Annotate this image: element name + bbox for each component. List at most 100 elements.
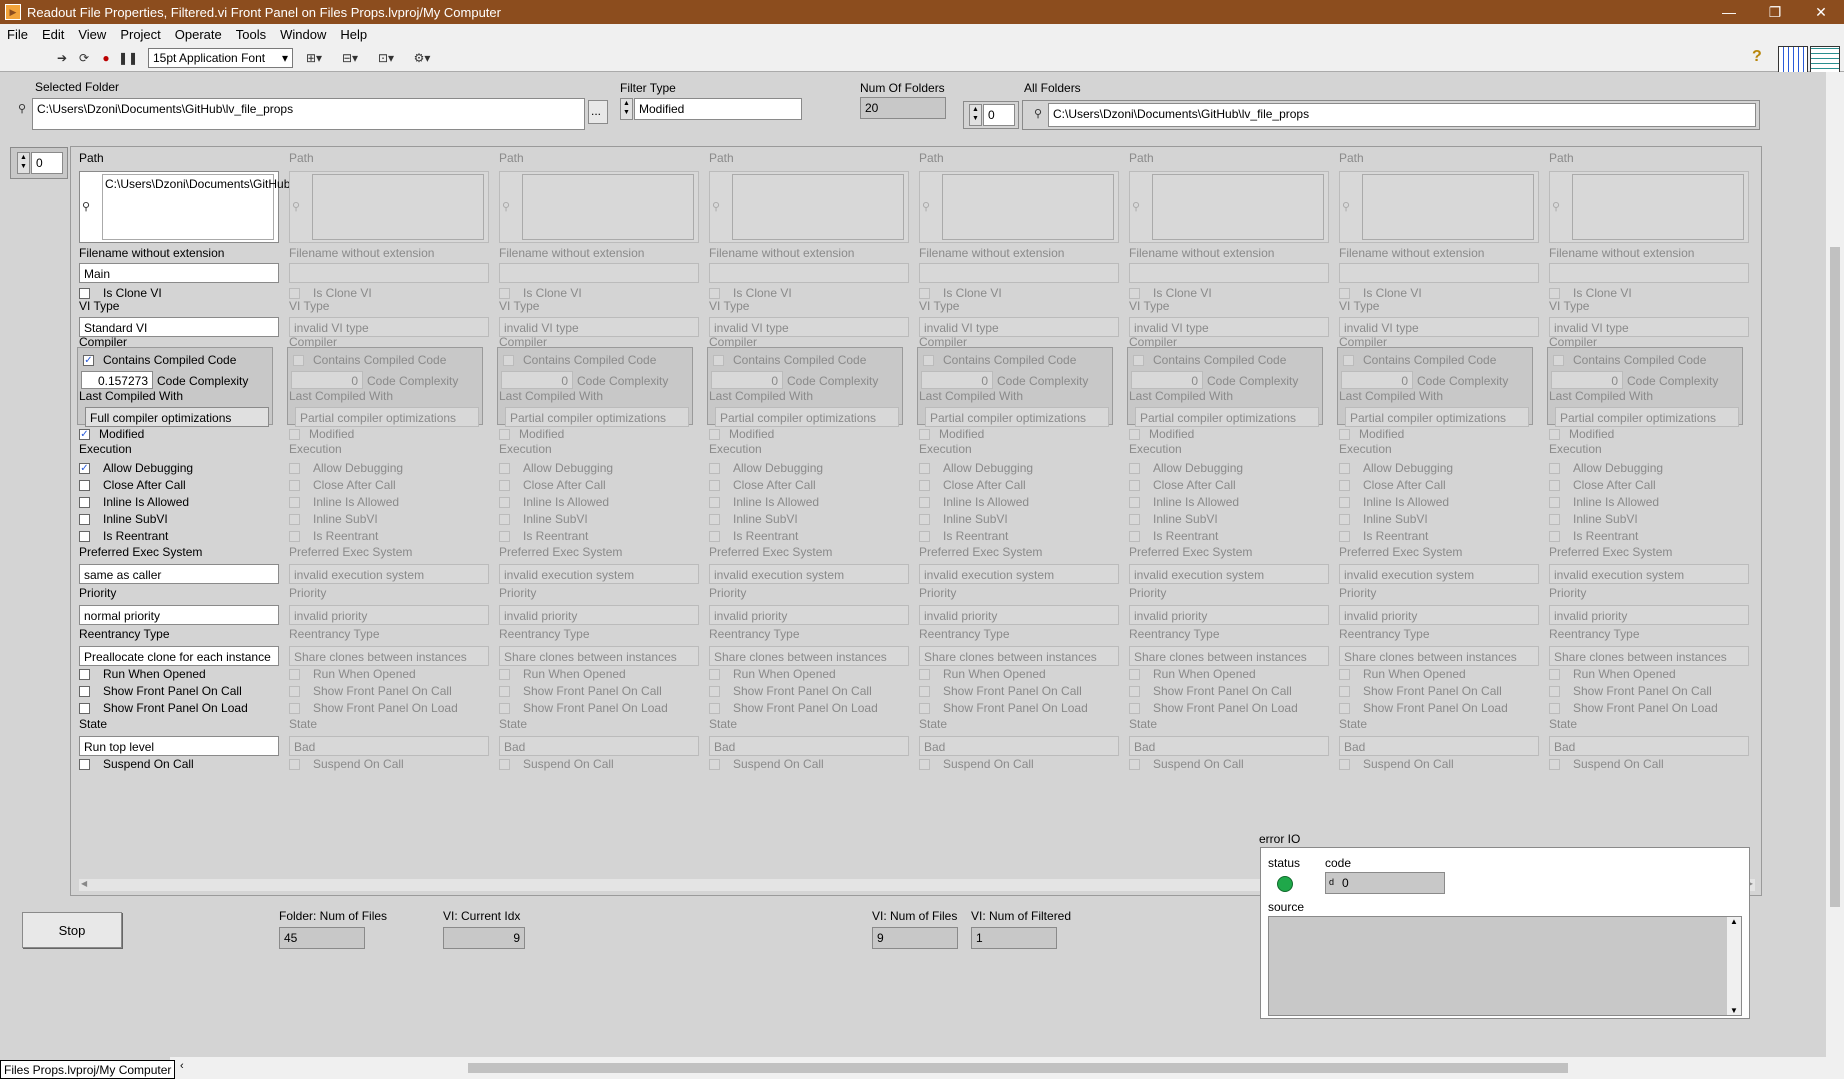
- modified-checkbox[interactable]: [709, 429, 720, 440]
- run-when-opened-checkbox[interactable]: [289, 669, 300, 680]
- is-reentrant-checkbox[interactable]: [79, 531, 90, 542]
- suspend-on-call-checkbox[interactable]: [709, 759, 720, 770]
- vi-type-field[interactable]: invalid VI type: [919, 317, 1119, 337]
- inline-allowed-checkbox[interactable]: [709, 497, 720, 508]
- filter-type-spinner[interactable]: ▲ ▼: [620, 98, 633, 120]
- contains-compiled-checkbox[interactable]: [1343, 355, 1354, 366]
- run-when-opened-checkbox[interactable]: [499, 669, 510, 680]
- suspend-on-call-checkbox[interactable]: [919, 759, 930, 770]
- show-fp-call-checkbox[interactable]: [709, 686, 720, 697]
- modified-checkbox[interactable]: [499, 429, 510, 440]
- minimize-button[interactable]: —: [1706, 0, 1752, 24]
- contains-compiled-checkbox[interactable]: [923, 355, 934, 366]
- vi-type-field[interactable]: invalid VI type: [289, 317, 489, 337]
- close-after-call-checkbox[interactable]: [1339, 480, 1350, 491]
- is-reentrant-checkbox[interactable]: [709, 531, 720, 542]
- state-field[interactable]: Bad: [1339, 736, 1539, 756]
- pref-exec-field[interactable]: invalid execution system: [289, 564, 489, 584]
- source-scrollbar[interactable]: ▲ ▼: [1727, 917, 1741, 1015]
- modified-checkbox[interactable]: [1549, 429, 1560, 440]
- contains-compiled-checkbox[interactable]: [293, 355, 304, 366]
- path-text[interactable]: [942, 174, 1114, 240]
- inline-allowed-checkbox[interactable]: [1129, 497, 1140, 508]
- modified-checkbox[interactable]: ✓: [79, 429, 90, 440]
- vi-icon[interactable]: [1810, 46, 1840, 74]
- reentrancy-field[interactable]: Share clones between instances: [289, 646, 489, 666]
- priority-field[interactable]: invalid priority: [499, 605, 699, 625]
- path-browse-icon[interactable]: ⚲: [82, 200, 90, 213]
- run-arrow-icon[interactable]: ➔: [54, 49, 70, 67]
- stop-button[interactable]: Stop: [22, 912, 122, 948]
- is-clone-checkbox[interactable]: [709, 288, 720, 299]
- path-browse-icon[interactable]: ⚲: [1132, 200, 1140, 213]
- reentrancy-field[interactable]: Preallocate clone for each instance: [79, 646, 279, 666]
- browse-button[interactable]: ...: [588, 100, 608, 124]
- modified-checkbox[interactable]: [1129, 429, 1140, 440]
- path-text[interactable]: [1362, 174, 1534, 240]
- show-fp-call-checkbox[interactable]: [1339, 686, 1350, 697]
- close-after-call-checkbox[interactable]: [919, 480, 930, 491]
- vi-type-field[interactable]: invalid VI type: [1129, 317, 1329, 337]
- is-clone-checkbox[interactable]: [499, 288, 510, 299]
- contains-compiled-checkbox[interactable]: [713, 355, 724, 366]
- inline-allowed-checkbox[interactable]: [499, 497, 510, 508]
- reentrancy-field[interactable]: Share clones between instances: [919, 646, 1119, 666]
- inline-subvi-checkbox[interactable]: [289, 514, 300, 525]
- allow-debugging-checkbox[interactable]: [709, 463, 720, 474]
- pref-exec-field[interactable]: invalid execution system: [1549, 564, 1749, 584]
- last-compiled-field[interactable]: Partial compiler optimizations: [1135, 407, 1319, 427]
- close-after-call-checkbox[interactable]: [1549, 480, 1560, 491]
- last-compiled-field[interactable]: Partial compiler optimizations: [715, 407, 899, 427]
- menu-view[interactable]: View: [71, 27, 113, 42]
- suspend-on-call-checkbox[interactable]: [79, 759, 90, 770]
- show-fp-load-checkbox[interactable]: [289, 703, 300, 714]
- state-field[interactable]: Bad: [919, 736, 1119, 756]
- path-control[interactable]: ⚲: [1129, 171, 1329, 243]
- path-text[interactable]: [732, 174, 904, 240]
- filename-field[interactable]: [1549, 263, 1749, 283]
- vertical-scrollbar[interactable]: [1826, 72, 1844, 1057]
- modified-checkbox[interactable]: [1339, 429, 1350, 440]
- state-field[interactable]: Bad: [1549, 736, 1749, 756]
- is-clone-checkbox[interactable]: [289, 288, 300, 299]
- vi-type-field[interactable]: invalid VI type: [499, 317, 699, 337]
- show-fp-call-checkbox[interactable]: [499, 686, 510, 697]
- vscroll-thumb[interactable]: [1830, 247, 1840, 907]
- inline-subvi-checkbox[interactable]: [499, 514, 510, 525]
- is-clone-checkbox[interactable]: [919, 288, 930, 299]
- horizontal-scrollbar[interactable]: ‹: [170, 1057, 1844, 1079]
- vi-type-field[interactable]: Standard VI: [79, 317, 279, 337]
- filename-field[interactable]: [1339, 263, 1539, 283]
- show-fp-load-checkbox[interactable]: [1339, 703, 1350, 714]
- state-field[interactable]: Bad: [709, 736, 909, 756]
- close-button[interactable]: ✕: [1798, 0, 1844, 24]
- inline-subvi-checkbox[interactable]: [1339, 514, 1350, 525]
- help-icon[interactable]: ?: [1752, 48, 1770, 68]
- state-field[interactable]: Bad: [1129, 736, 1329, 756]
- hscroll-thumb[interactable]: [468, 1063, 1568, 1073]
- priority-field[interactable]: invalid priority: [709, 605, 909, 625]
- show-fp-call-checkbox[interactable]: [1549, 686, 1560, 697]
- pref-exec-field[interactable]: invalid execution system: [709, 564, 909, 584]
- menu-file[interactable]: File: [0, 27, 35, 42]
- allow-debugging-checkbox[interactable]: [499, 463, 510, 474]
- array-index-spinner[interactable]: ▲ ▼: [17, 152, 30, 174]
- show-fp-call-checkbox[interactable]: [79, 686, 90, 697]
- is-clone-checkbox[interactable]: [79, 288, 90, 299]
- reentrancy-field[interactable]: Share clones between instances: [1129, 646, 1329, 666]
- is-clone-checkbox[interactable]: [1549, 288, 1560, 299]
- path-browse-icon[interactable]: ⚲: [502, 200, 510, 213]
- inline-subvi-checkbox[interactable]: [919, 514, 930, 525]
- priority-field[interactable]: invalid priority: [1129, 605, 1329, 625]
- pref-exec-field[interactable]: invalid execution system: [1339, 564, 1539, 584]
- pref-exec-field[interactable]: invalid execution system: [499, 564, 699, 584]
- show-fp-load-checkbox[interactable]: [499, 703, 510, 714]
- filename-field[interactable]: [1129, 263, 1329, 283]
- connector-pane-icon[interactable]: [1778, 46, 1808, 74]
- show-fp-load-checkbox[interactable]: [79, 703, 90, 714]
- path-control[interactable]: ⚲: [919, 171, 1119, 243]
- allow-debugging-checkbox[interactable]: ✓: [79, 463, 90, 474]
- path-text[interactable]: [1152, 174, 1324, 240]
- filename-field[interactable]: Main: [79, 263, 279, 283]
- path-browse-icon[interactable]: ⚲: [1552, 200, 1560, 213]
